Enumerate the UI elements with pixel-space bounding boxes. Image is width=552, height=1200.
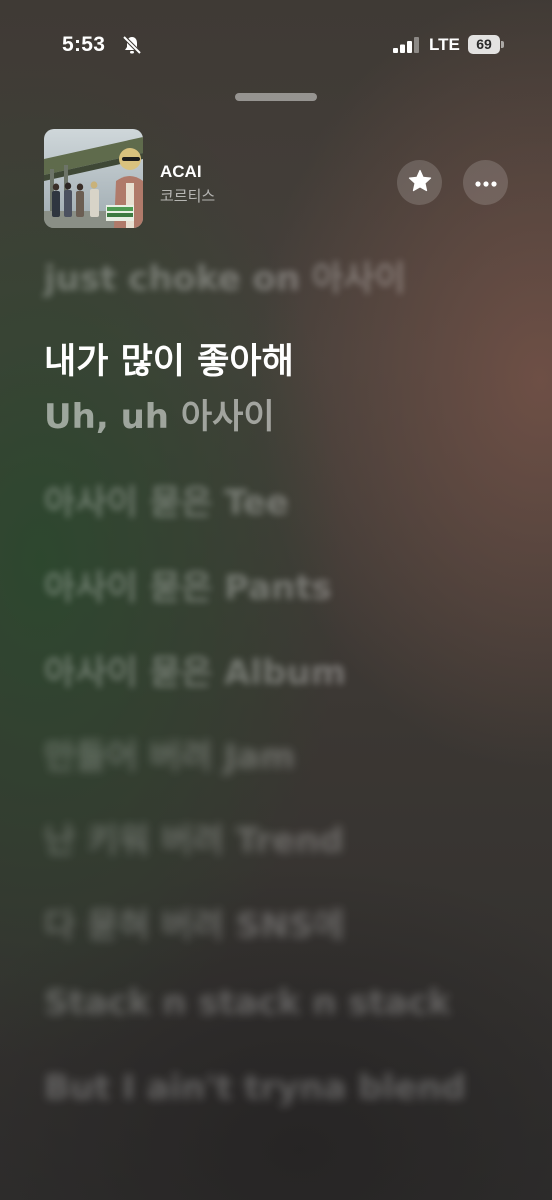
lyric-line[interactable]: But I ain't tryna blend [44,1068,466,1108]
lyric-line[interactable]: 아사이 묻은 Pants [44,560,332,609]
lyric-line[interactable]: Stack n stack n stack [44,983,451,1023]
favorite-button[interactable] [397,160,442,205]
track-artist[interactable]: 코르티스 [160,185,215,206]
bell-slash-icon [121,34,143,56]
battery-cap [501,41,504,48]
lyric-line[interactable]: 만들어 버려 Jam [44,729,295,778]
lyric-line[interactable]: 난 키워 버려 Trend [44,813,344,862]
battery-level: 69 [468,35,500,54]
status-bar: 5:53 LTE 69 [0,0,552,90]
star-icon [407,168,433,198]
lyric-line-previous[interactable]: just choke on 아사이 [44,251,406,300]
lyric-line-next[interactable]: Uh, uh 아사이 [44,389,275,438]
more-options-button[interactable] [463,160,508,205]
ellipsis-icon [474,173,498,192]
lyric-line-current[interactable]: 내가 많이 좋아해 [44,333,294,384]
lyric-line[interactable]: 아사이 묻은 Tee [44,475,289,524]
sheet-grabber[interactable] [235,93,317,101]
status-time: 5:53 [62,33,106,56]
cellular-signal-icon [393,37,421,53]
track-title[interactable]: ACAI [160,162,202,182]
lyric-line[interactable]: 다 묻혀 버려 SNS에 [44,898,345,947]
album-artwork [44,129,143,228]
lyric-line[interactable]: 아사이 묻은 Album [44,645,346,694]
battery-indicator: 69 [468,35,504,54]
network-label: LTE [429,35,460,54]
